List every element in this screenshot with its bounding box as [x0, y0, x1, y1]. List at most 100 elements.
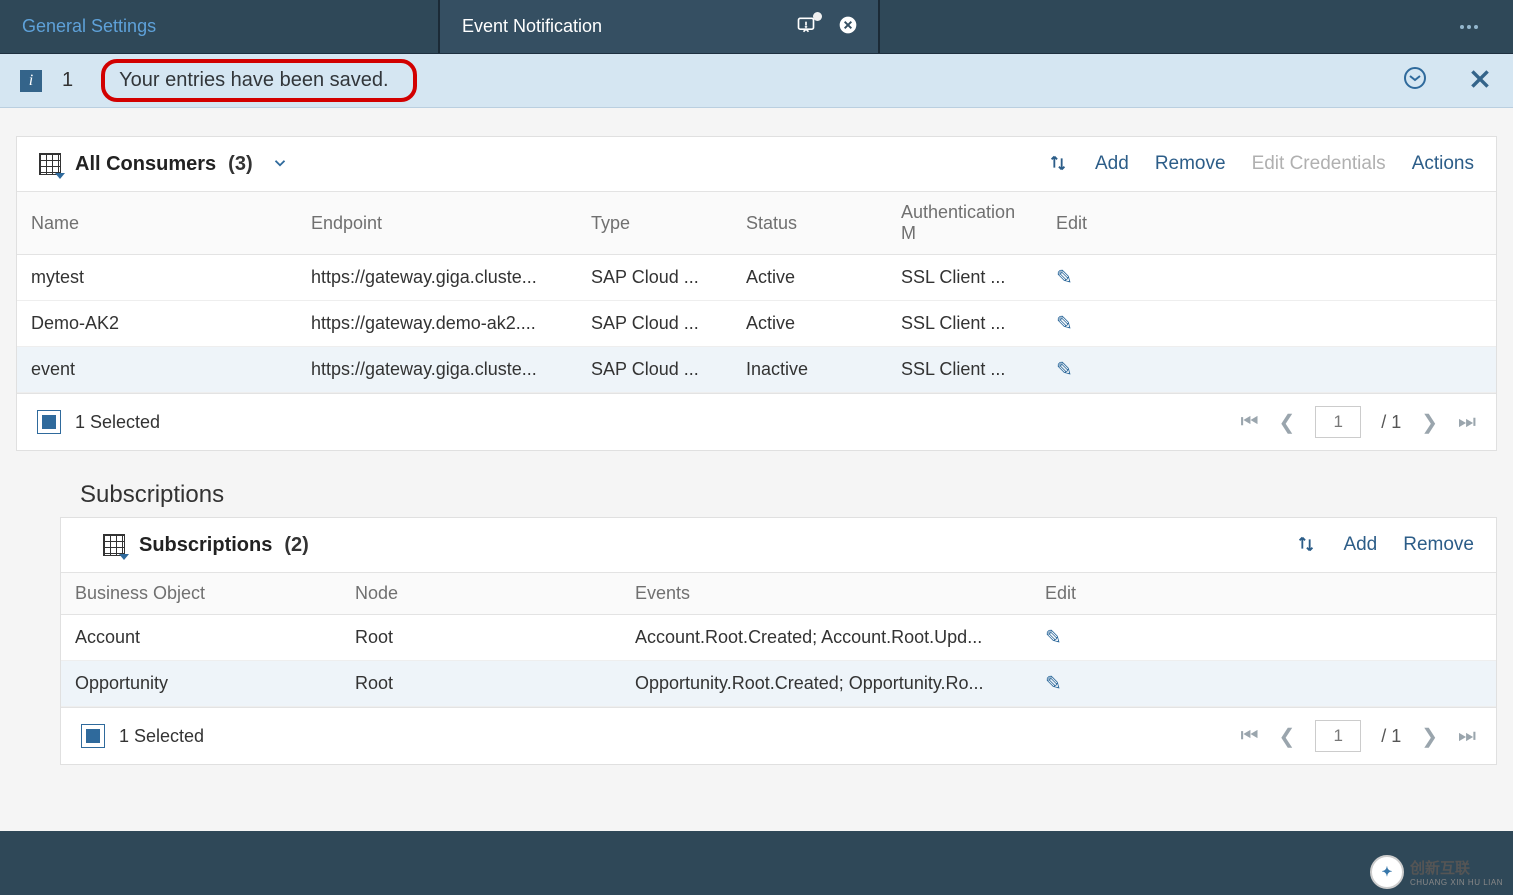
edit-row-icon[interactable]: ✎ — [1056, 359, 1073, 381]
sort-icon[interactable] — [1295, 532, 1317, 558]
info-icon: i — [20, 70, 42, 92]
col-status[interactable]: Status — [732, 192, 887, 255]
col-node[interactable]: Node — [341, 573, 621, 615]
cell-name: mytest — [17, 255, 297, 301]
page-input[interactable] — [1315, 406, 1361, 438]
col-name[interactable]: Name — [17, 192, 297, 255]
cell-events: Account.Root.Created; Account.Root.Upd..… — [621, 615, 1031, 661]
subscriptions-count: (2) — [284, 534, 308, 557]
cell-endpoint: https://gateway.giga.cluste... — [297, 255, 577, 301]
cell-status: Active — [732, 255, 887, 301]
prev-page-icon[interactable]: ❮ — [1278, 724, 1295, 749]
page-of: / 1 — [1381, 726, 1401, 747]
close-message-icon[interactable] — [1467, 65, 1493, 96]
subscriptions-footer: 1 Selected ⏮ ❮ / 1 ❯ ⏭ — [61, 707, 1496, 764]
consumers-footer: 1 Selected ⏮ ❮ / 1 ❯ ⏭ — [17, 393, 1496, 450]
cell-status: Active — [732, 301, 887, 347]
remove-button[interactable]: Remove — [1155, 153, 1226, 175]
grid-view-icon[interactable] — [39, 153, 61, 175]
col-edit[interactable]: Edit — [1031, 573, 1301, 615]
prev-page-icon[interactable]: ❮ — [1278, 410, 1295, 435]
add-button[interactable]: Add — [1095, 153, 1129, 175]
first-page-icon[interactable]: ⏮ — [1240, 725, 1258, 748]
next-page-icon[interactable]: ❯ — [1421, 410, 1438, 435]
selected-count: 1 Selected — [119, 726, 204, 747]
tab-general-settings[interactable]: General Settings — [0, 0, 440, 53]
close-tab-icon[interactable] — [838, 15, 858, 39]
sort-icon[interactable] — [1047, 151, 1069, 177]
consumers-table: Name Endpoint Type Status Authentication… — [17, 191, 1496, 393]
page-of: / 1 — [1381, 412, 1401, 433]
selection-indicator[interactable] — [37, 410, 61, 434]
table-row[interactable]: event https://gateway.giga.cluste... SAP… — [17, 347, 1496, 393]
edit-row-icon[interactable]: ✎ — [1056, 267, 1073, 289]
cell-name: event — [17, 347, 297, 393]
subscriptions-title: Subscriptions — [139, 534, 272, 557]
cell-endpoint: https://gateway.giga.cluste... — [297, 347, 577, 393]
watermark-cn: 创新互联 — [1410, 857, 1503, 878]
selected-count: 1 Selected — [75, 412, 160, 433]
cell-type: SAP Cloud ... — [577, 347, 732, 393]
watermark-en: CHUANG XIN HU LIAN — [1410, 878, 1503, 887]
cell-type: SAP Cloud ... — [577, 301, 732, 347]
edit-row-icon[interactable]: ✎ — [1045, 627, 1062, 649]
consumers-panel: All Consumers (3) Add Remove Edit Creden… — [16, 136, 1497, 451]
edit-credentials-button: Edit Credentials — [1252, 153, 1386, 175]
selection-indicator[interactable] — [81, 724, 105, 748]
notification-dot — [813, 12, 822, 21]
actions-button[interactable]: Actions — [1412, 153, 1474, 175]
col-bo[interactable]: Business Object — [61, 573, 341, 615]
cell-auth: SSL Client ... — [887, 347, 1042, 393]
last-page-icon[interactable]: ⏭ — [1458, 411, 1476, 434]
add-button[interactable]: Add — [1343, 534, 1377, 556]
cell-events: Opportunity.Root.Created; Opportunity.Ro… — [621, 661, 1031, 707]
cell-node: Root — [341, 661, 621, 707]
grid-view-icon[interactable] — [103, 534, 125, 556]
page-input[interactable] — [1315, 720, 1361, 752]
tab-label: General Settings — [22, 16, 156, 37]
message-text: Your entries have been saved. — [119, 69, 388, 91]
subscriptions-panel: Subscriptions (2) Add Remove Business Ob… — [60, 517, 1497, 765]
subscriptions-header: Subscriptions (2) Add Remove — [61, 518, 1496, 572]
feedback-icon[interactable] — [796, 15, 816, 39]
tab-bar: General Settings Event Notification — [0, 0, 1513, 54]
overflow-menu-icon[interactable] — [880, 0, 1513, 53]
message-bar: i 1 Your entries have been saved. — [0, 54, 1513, 108]
cell-name: Demo-AK2 — [17, 301, 297, 347]
cell-bo: Account — [61, 615, 341, 661]
cell-bo: Opportunity — [61, 661, 341, 707]
consumers-count: (3) — [228, 153, 252, 176]
table-row[interactable]: Opportunity Root Opportunity.Root.Create… — [61, 661, 1496, 707]
bottom-bar — [0, 831, 1513, 895]
cell-endpoint: https://gateway.demo-ak2.... — [297, 301, 577, 347]
col-edit[interactable]: Edit — [1042, 192, 1322, 255]
cell-status: Inactive — [732, 347, 887, 393]
subscriptions-table: Business Object Node Events Edit Account… — [61, 572, 1496, 707]
table-row[interactable]: Demo-AK2 https://gateway.demo-ak2.... SA… — [17, 301, 1496, 347]
tab-event-notification[interactable]: Event Notification — [440, 0, 880, 53]
cell-type: SAP Cloud ... — [577, 255, 732, 301]
page-content: All Consumers (3) Add Remove Edit Creden… — [0, 108, 1513, 765]
col-endpoint[interactable]: Endpoint — [297, 192, 577, 255]
last-page-icon[interactable]: ⏭ — [1458, 725, 1476, 748]
cell-auth: SSL Client ... — [887, 301, 1042, 347]
subscriptions-heading: Subscriptions — [80, 481, 1497, 509]
tab-label: Event Notification — [462, 16, 602, 37]
col-type[interactable]: Type — [577, 192, 732, 255]
table-row[interactable]: mytest https://gateway.giga.cluste... SA… — [17, 255, 1496, 301]
message-count: 1 — [62, 69, 73, 92]
watermark: ✦ 创新互联 CHUANG XIN HU LIAN — [1370, 855, 1503, 889]
consumers-title: All Consumers — [75, 153, 216, 176]
chevron-down-icon[interactable] — [271, 154, 289, 175]
table-row[interactable]: Account Root Account.Root.Created; Accou… — [61, 615, 1496, 661]
expand-messages-icon[interactable] — [1403, 66, 1427, 94]
col-events[interactable]: Events — [621, 573, 1031, 615]
cell-node: Root — [341, 615, 621, 661]
edit-row-icon[interactable]: ✎ — [1045, 673, 1062, 695]
first-page-icon[interactable]: ⏮ — [1240, 411, 1258, 434]
col-auth[interactable]: Authentication M — [887, 192, 1042, 255]
remove-button[interactable]: Remove — [1403, 534, 1474, 556]
edit-row-icon[interactable]: ✎ — [1056, 313, 1073, 335]
next-page-icon[interactable]: ❯ — [1421, 724, 1438, 749]
watermark-logo-icon: ✦ — [1370, 855, 1404, 889]
